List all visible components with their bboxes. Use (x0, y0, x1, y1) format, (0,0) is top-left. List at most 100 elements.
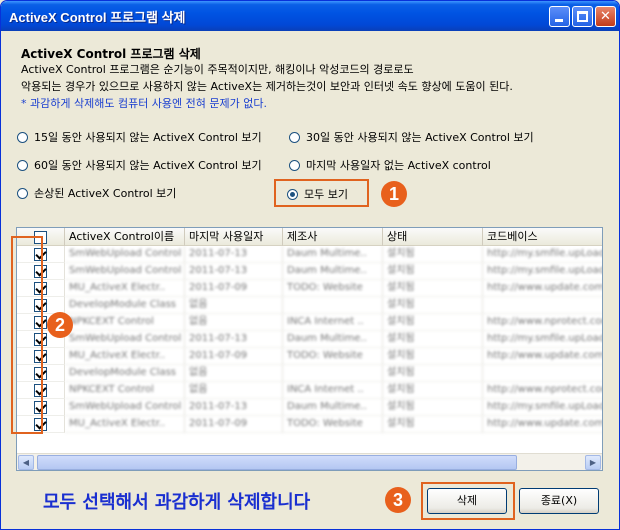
cell-name: SmWebUpload Control (65, 263, 185, 280)
cell-last-used: 2011-07-13 (185, 246, 283, 263)
cell-last-used: 없음 (185, 297, 283, 314)
cell-vendor: TODO: Website (283, 280, 383, 297)
cell-status: 설치됨 (383, 399, 483, 416)
filter-60-days[interactable]: 60일 동안 사용되지 않는 ActiveX Control 보기 (17, 157, 262, 173)
column-header-last-used[interactable]: 마지막 사용일자 (185, 228, 283, 246)
activex-removal-window: ActiveX Control 프로그램 삭제 ✕ ActiveX Contro… (0, 0, 620, 530)
cell-status: 설치됨 (383, 331, 483, 348)
radio-indicator[interactable] (289, 159, 300, 171)
radio-indicator[interactable] (17, 159, 28, 171)
cell-status: 설치됨 (383, 297, 483, 314)
list-header: ActiveX Control이름 마지막 사용일자 제조사 상태 코드베이스 (17, 228, 602, 246)
checkbox-column-highlight (11, 236, 43, 434)
cell-status: 설치됨 (383, 382, 483, 399)
cell-last-used: 없음 (185, 314, 283, 331)
cell-last-used: 없음 (185, 382, 283, 399)
step-badge-1: 1 (381, 181, 407, 207)
cell-codebase: http://www.update.com/ (483, 348, 602, 365)
cell-last-used: 없음 (185, 365, 283, 382)
table-row[interactable]: MU_ActiveX Electr.. 2011-07-09 TODO: Websi… (17, 280, 602, 297)
table-row[interactable]: NPKCEXT Control 없음 INCA Internet .. 설치됨 http… (17, 382, 602, 399)
cell-last-used: 2011-07-13 (185, 331, 283, 348)
cell-vendor: Daum Multime.. (283, 331, 383, 348)
description-note: * 과감하게 삭제해도 컴퓨터 사용엔 전혀 문제가 없다. (21, 97, 267, 110)
column-header-vendor[interactable]: 제조사 (283, 228, 383, 246)
filter-label: 마지막 사용일자 없는 ActiveX control (306, 159, 491, 172)
table-row[interactable]: NPKCEXT Control 없음 INCA Internet .. 설치됨 http… (17, 314, 602, 331)
scrollbar-thumb[interactable] (37, 455, 517, 470)
description-line-2: 악용되는 경우가 있으므로 사용하지 않는 ActiveX는 제거하는것이 보안… (21, 80, 513, 93)
cell-vendor (283, 297, 383, 314)
cell-name: SmWebUpload Control (65, 246, 185, 263)
table-row[interactable]: SmWebUpload Control 2011-07-13 Daum Multim… (17, 246, 602, 263)
cell-last-used: 2011-07-09 (185, 416, 283, 433)
filter-label: 30일 동안 사용되지 않는 ActiveX Control 보기 (306, 131, 534, 144)
radio-indicator[interactable] (17, 187, 28, 199)
radio-indicator[interactable] (289, 131, 300, 143)
cell-name: DevelopModule Class (65, 297, 185, 314)
scroll-right-icon[interactable]: ▶ (585, 455, 601, 470)
description-line-1: ActiveX Control 프로그램은 순기능이 주목적이지만, 해킹이나 … (21, 63, 414, 76)
table-row[interactable]: MU_ActiveX Electr.. 2011-07-09 TODO: Websi… (17, 416, 602, 433)
list-rows: SmWebUpload Control 2011-07-13 Daum Multim… (17, 246, 602, 433)
cell-last-used: 2011-07-13 (185, 263, 283, 280)
cell-codebase: http://my.smfile.upLoad (483, 263, 602, 280)
filter-label: 손상된 ActiveX Control 보기 (34, 187, 177, 200)
cell-name: MU_ActiveX Electr.. (65, 280, 185, 297)
cell-name: MU_ActiveX Electr.. (65, 348, 185, 365)
instruction-caption: 모두 선택해서 과감하게 삭제합니다 (43, 492, 311, 513)
activex-list[interactable]: ActiveX Control이름 마지막 사용일자 제조사 상태 코드베이스 … (16, 227, 603, 471)
table-row[interactable]: SmWebUpload Control 2011-07-13 Daum Multim… (17, 331, 602, 348)
filter-no-last-used[interactable]: 마지막 사용일자 없는 ActiveX control (289, 157, 491, 173)
cell-status: 설치됨 (383, 246, 483, 263)
delete-button[interactable]: 삭제 (427, 488, 507, 514)
filter-30-days[interactable]: 30일 동안 사용되지 않는 ActiveX Control 보기 (289, 129, 534, 145)
cell-name: SmWebUpload Control (65, 331, 185, 348)
cell-vendor: Daum Multime.. (283, 399, 383, 416)
cell-name: DevelopModule Class (65, 365, 185, 382)
description-panel: ActiveX Control 프로그램 삭제 ActiveX Control … (13, 37, 609, 117)
cell-name: NPKCEXT Control (65, 314, 185, 331)
horizontal-scrollbar[interactable]: ◀ ▶ (17, 453, 602, 470)
cell-status: 설치됨 (383, 365, 483, 382)
cell-codebase: http://www.update.com/ (483, 280, 602, 297)
cell-status: 설치됨 (383, 348, 483, 365)
cell-name: MU_ActiveX Electr.. (65, 416, 185, 433)
minimize-icon (555, 19, 563, 22)
column-header-codebase[interactable]: 코드베이스 (483, 228, 602, 246)
column-header-name[interactable]: ActiveX Control이름 (65, 228, 185, 246)
column-header-status[interactable]: 상태 (383, 228, 483, 246)
cell-codebase: http://my.smfile.upLoad (483, 331, 602, 348)
cell-status: 설치됨 (383, 263, 483, 280)
table-row[interactable]: SmWebUpload Control 2011-07-13 Daum Multim… (17, 263, 602, 280)
cell-vendor (283, 365, 383, 382)
maximize-button[interactable] (572, 6, 593, 27)
table-row[interactable]: DevelopModule Class 없음 설치됨 (17, 297, 602, 314)
cell-status: 설치됨 (383, 416, 483, 433)
radio-indicator[interactable] (17, 131, 28, 143)
cell-status: 설치됨 (383, 314, 483, 331)
maximize-icon (577, 11, 588, 22)
filter-15-days[interactable]: 15일 동안 사용되지 않는 ActiveX Control 보기 (17, 129, 262, 145)
cell-status: 설치됨 (383, 280, 483, 297)
cell-last-used: 2011-07-13 (185, 399, 283, 416)
cell-codebase: http://my.smfile.upLoad (483, 246, 602, 263)
cell-codebase (483, 365, 602, 382)
cell-codebase: http://www.nprotect.com/ (483, 314, 602, 331)
table-row[interactable]: DevelopModule Class 없음 설치됨 (17, 365, 602, 382)
cell-name: NPKCEXT Control (65, 382, 185, 399)
close-window-button[interactable]: ✕ (595, 6, 616, 27)
step-badge-2: 2 (47, 312, 73, 338)
table-row[interactable]: MU_ActiveX Electr.. 2011-07-09 TODO: Websi… (17, 348, 602, 365)
cell-last-used: 2011-07-09 (185, 348, 283, 365)
scroll-left-icon[interactable]: ◀ (18, 455, 34, 470)
filter-label: 60일 동안 사용되지 않는 ActiveX Control 보기 (34, 159, 262, 172)
cell-codebase: http://www.update.com/ (483, 416, 602, 433)
table-row[interactable]: SmWebUpload Control 2011-07-13 Daum Multim… (17, 399, 602, 416)
cell-vendor: INCA Internet .. (283, 382, 383, 399)
filter-damaged[interactable]: 손상된 ActiveX Control 보기 (17, 185, 176, 201)
title-bar[interactable]: ActiveX Control 프로그램 삭제 ✕ (1, 1, 619, 31)
cell-codebase: http://my.smfile.upLoad (483, 399, 602, 416)
exit-button[interactable]: 종료(X) (519, 488, 599, 514)
minimize-button[interactable] (549, 6, 570, 27)
